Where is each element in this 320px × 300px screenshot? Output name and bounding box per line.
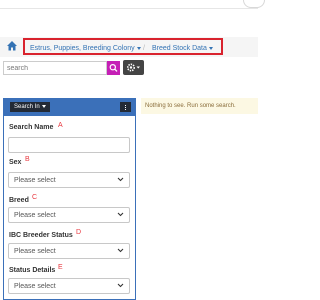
search-panel-header: Search In [4,99,135,116]
search-name-label: Search Name [9,124,54,131]
gear-icon [127,63,140,72]
more-vertical-icon [125,105,126,106]
home-icon[interactable] [6,40,18,52]
search-in-button[interactable]: Search In [10,102,50,112]
status-details-label: Status Details [9,267,56,274]
chevron-down-icon [41,104,46,108]
annotation-d: D [76,229,82,236]
status-details-select[interactable]: Please select [8,278,130,294]
empty-results-message: Nothing to see. Run some search. [141,98,258,114]
sex-label: Sex [9,159,22,166]
search-button[interactable] [107,61,120,75]
ibc-breeder-status-select[interactable]: Please select [8,243,130,259]
chevron-down-icon [117,248,124,253]
annotation-e: E [58,264,63,271]
annotation-a: A [58,122,63,129]
ibc-breeder-status-label: IBC Breeder Status [9,232,73,239]
breadcrumb-item-estrus[interactable]: Estrus, Puppies, Breeding Colony [30,45,141,53]
breadcrumb-highlight-box: Estrus, Puppies, Breeding Colony / Breed… [23,38,223,55]
breed-select[interactable]: Please select [8,207,130,223]
annotation-b: B [25,156,30,163]
top-divider [0,8,258,9]
ibc-breeder-status-value: Please select [14,248,56,255]
top-right-widget [243,0,265,8]
sex-select[interactable]: Please select [8,172,130,188]
settings-dropdown-button[interactable] [123,60,144,75]
breed-select-value: Please select [14,212,56,219]
chevron-down-icon [136,46,141,50]
sex-select-value: Please select [14,177,56,184]
chevron-down-icon [208,46,213,50]
chevron-down-icon [117,177,124,182]
breed-label: Breed [9,197,29,204]
search-icon [109,63,118,72]
panel-menu-button[interactable] [120,102,131,112]
search-name-field[interactable] [8,137,130,153]
search-panel: Search In Search Name A Sex B Please sel… [3,98,136,300]
annotation-c: C [32,194,38,201]
breadcrumb-item-breed-stock[interactable]: Breed Stock Data [152,45,213,53]
search-input[interactable] [3,61,107,75]
breadcrumb-separator: / [143,45,145,52]
breadcrumb: Estrus, Puppies, Breeding Colony / Breed… [0,37,258,57]
chevron-down-icon [117,283,124,288]
chevron-down-icon [117,212,124,217]
status-details-value: Please select [14,283,56,290]
